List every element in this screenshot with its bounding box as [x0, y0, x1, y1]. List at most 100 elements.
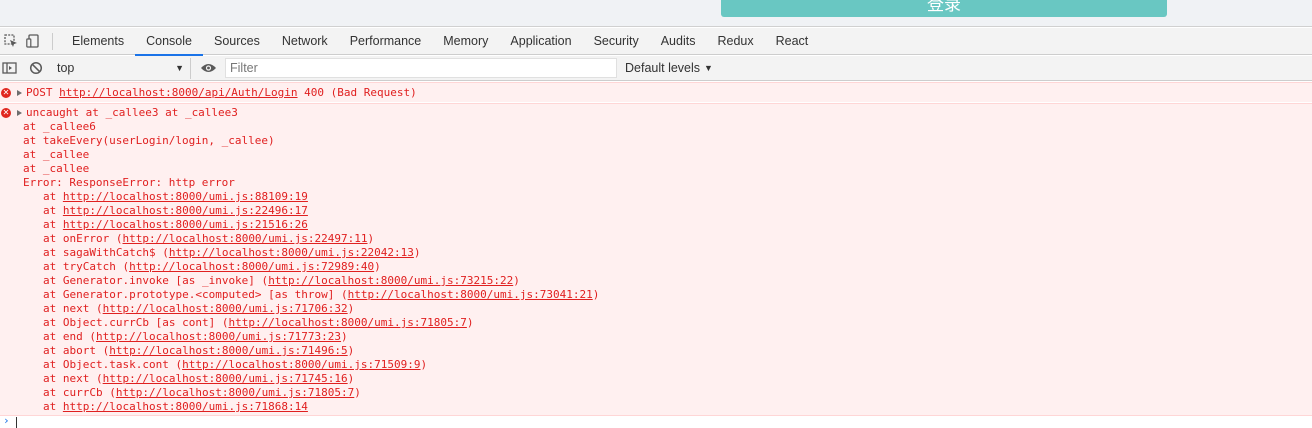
device-toolbar-icon[interactable] [24, 32, 42, 50]
saga-trace-line: at takeEvery(userLogin/login, _callee) [23, 134, 275, 147]
sidebar-toggle-icon[interactable] [0, 59, 18, 77]
tab-application[interactable]: Application [499, 28, 582, 55]
post-error-text: POST http://localhost:8000/api/Auth/Logi… [26, 86, 417, 99]
stack-frame-prefix: at [43, 218, 63, 231]
saga-trace-line: at _callee [23, 148, 90, 161]
uncaught-error-head: uncaught at _callee3 at _callee3 [26, 106, 238, 119]
console-message-uncaught-error[interactable]: ✕ uncaught at _callee3 at _callee3 at _c… [0, 103, 1312, 416]
stack-frame-prefix: at [43, 288, 63, 301]
stack-frame-line: at sagaWithCatch$ (http://localhost:8000… [43, 246, 421, 259]
text-caret [16, 417, 17, 428]
tab-security[interactable]: Security [583, 28, 650, 55]
stack-frame-prefix: at [43, 232, 63, 245]
stack-frame-line: at http://localhost:8000/umi.js:71868:14 [43, 400, 308, 414]
tab-audits[interactable]: Audits [650, 28, 707, 55]
stack-frame-url[interactable]: http://localhost:8000/umi.js:22497:11 [122, 232, 367, 245]
stack-frame-line: at Object.task.cont (http://localhost:80… [43, 358, 428, 371]
context-selector[interactable]: top ▼ [51, 57, 191, 79]
stack-frame-function: Object.task.cont [62, 358, 169, 371]
stack-frame-url[interactable]: http://localhost:8000/umi.js:73041:21 [348, 288, 593, 301]
console-message-post-error[interactable]: ✕ POST http://localhost:8000/api/Auth/Lo… [0, 82, 1312, 102]
console-prompt[interactable]: › [0, 414, 1312, 428]
expand-triangle-icon[interactable] [17, 90, 22, 96]
login-button[interactable]: 登录 [721, 0, 1167, 17]
stack-frame-url[interactable]: http://localhost:8000/umi.js:72989:40 [129, 260, 374, 273]
stack-frame-url[interactable]: http://localhost:8000/umi.js:71496:5 [109, 344, 347, 357]
stack-frame-prefix: at [43, 400, 63, 413]
stack-frame-line: at http://localhost:8000/umi.js:21516:26 [43, 218, 308, 232]
tab-memory[interactable]: Memory [432, 28, 499, 55]
log-levels-dropdown[interactable]: Default levels ▼ [625, 61, 713, 75]
stack-frame-prefix: at [43, 358, 63, 371]
console-filter-input[interactable] [225, 58, 617, 78]
console-toolbar: top ▼ Default levels ▼ [0, 56, 1312, 81]
login-button-label: 登录 [927, 0, 961, 15]
stack-frame-url[interactable]: http://localhost:8000/umi.js:21516:26 [63, 218, 308, 231]
stack-frame-prefix: at [43, 190, 63, 203]
stack-frame-line: at tryCatch (http://localhost:8000/umi.j… [43, 260, 381, 273]
tab-sources[interactable]: Sources [203, 28, 271, 55]
error-icon: ✕ [1, 108, 11, 118]
stack-frame-line: at abort (http://localhost:8000/umi.js:7… [43, 344, 355, 357]
stack-frame-function: currCb [62, 386, 103, 399]
stack-frame-prefix: at [43, 372, 63, 385]
stack-frame-url[interactable]: http://localhost:8000/umi.js:71805:7 [116, 386, 354, 399]
stack-frame-function: sagaWithCatch$ [62, 246, 156, 259]
saga-trace-line: at _callee [23, 162, 90, 175]
stack-frame-function: Generator.invoke [as _invoke] [62, 274, 255, 287]
context-selector-value: top [57, 61, 75, 75]
stack-frame-prefix: at [43, 260, 63, 273]
stack-frame-line: at http://localhost:8000/umi.js:22496:17 [43, 204, 308, 218]
prompt-chevron-icon: › [3, 414, 10, 427]
log-levels-label: Default levels [625, 61, 701, 75]
live-expression-eye-icon[interactable] [199, 59, 217, 77]
stack-frame-prefix: at [43, 302, 63, 315]
stack-frame-function: abort [62, 344, 96, 357]
stack-frame-line: at Generator.prototype.<computed> [as th… [43, 288, 600, 301]
stack-frame-url[interactable]: http://localhost:8000/umi.js:71745:16 [103, 372, 348, 385]
chevron-down-icon: ▼ [175, 63, 184, 73]
stack-frame-line: at Object.currCb [as cont] (http://local… [43, 316, 474, 329]
stack-frame-line: at end (http://localhost:8000/umi.js:717… [43, 330, 348, 343]
stack-frame-prefix: at [43, 330, 63, 343]
stack-frame-function: next [62, 372, 90, 385]
stack-frame-url[interactable]: http://localhost:8000/umi.js:22496:17 [63, 204, 308, 217]
stack-frame-line: at currCb (http://localhost:8000/umi.js:… [43, 386, 361, 399]
stack-frame-prefix: at [43, 204, 63, 217]
error-icon: ✕ [1, 88, 11, 98]
stack-frame-function: end [62, 330, 83, 343]
stack-frame-function: onError [62, 232, 110, 245]
stack-frame-url[interactable]: http://localhost:8000/umi.js:88109:19 [63, 190, 308, 203]
stack-frame-url[interactable]: http://localhost:8000/umi.js:71773:23 [96, 330, 341, 343]
console-output: ✕ POST http://localhost:8000/api/Auth/Lo… [0, 82, 1312, 416]
stack-frame-function: next [62, 302, 90, 315]
expand-triangle-icon[interactable] [17, 110, 22, 116]
tab-console[interactable]: Console [135, 27, 203, 56]
tab-react[interactable]: React [765, 28, 820, 55]
stack-frame-line: at http://localhost:8000/umi.js:88109:19 [43, 190, 308, 204]
saga-trace-line: at _callee6 [23, 120, 96, 133]
stack-frame-url[interactable]: http://localhost:8000/umi.js:73215:22 [268, 274, 513, 287]
clear-console-icon[interactable] [27, 59, 45, 77]
post-error-url[interactable]: http://localhost:8000/api/Auth/Login [59, 86, 297, 99]
devtools-tabbar: Elements Console Sources Network Performance… [0, 27, 1312, 56]
stack-frame-url[interactable]: http://localhost:8000/umi.js:71805:7 [228, 316, 466, 329]
tab-redux[interactable]: Redux [706, 28, 764, 55]
stack-frame-url[interactable]: http://localhost:8000/umi.js:71868:14 [63, 400, 308, 413]
stack-frame-prefix: at [43, 344, 63, 357]
inspect-element-icon[interactable] [2, 32, 20, 50]
stack-frame-line: at next (http://localhost:8000/umi.js:71… [43, 302, 355, 315]
stack-frame-url[interactable]: http://localhost:8000/umi.js:71509:9 [182, 358, 420, 371]
stack-frame-function: Object.currCb [as cont] [62, 316, 216, 329]
stack-frame-line: at onError (http://localhost:8000/umi.js… [43, 232, 375, 245]
chevron-down-icon: ▼ [704, 63, 713, 73]
tab-elements[interactable]: Elements [61, 28, 135, 55]
tab-network[interactable]: Network [271, 28, 339, 55]
stack-frame-prefix: at [43, 246, 63, 259]
stack-frame-prefix: at [43, 274, 63, 287]
stack-frame-prefix: at [43, 316, 63, 329]
tab-performance[interactable]: Performance [339, 28, 433, 55]
tabbar-divider [52, 32, 53, 50]
stack-frame-url[interactable]: http://localhost:8000/umi.js:71706:32 [103, 302, 348, 315]
stack-frame-url[interactable]: http://localhost:8000/umi.js:22042:13 [169, 246, 414, 259]
